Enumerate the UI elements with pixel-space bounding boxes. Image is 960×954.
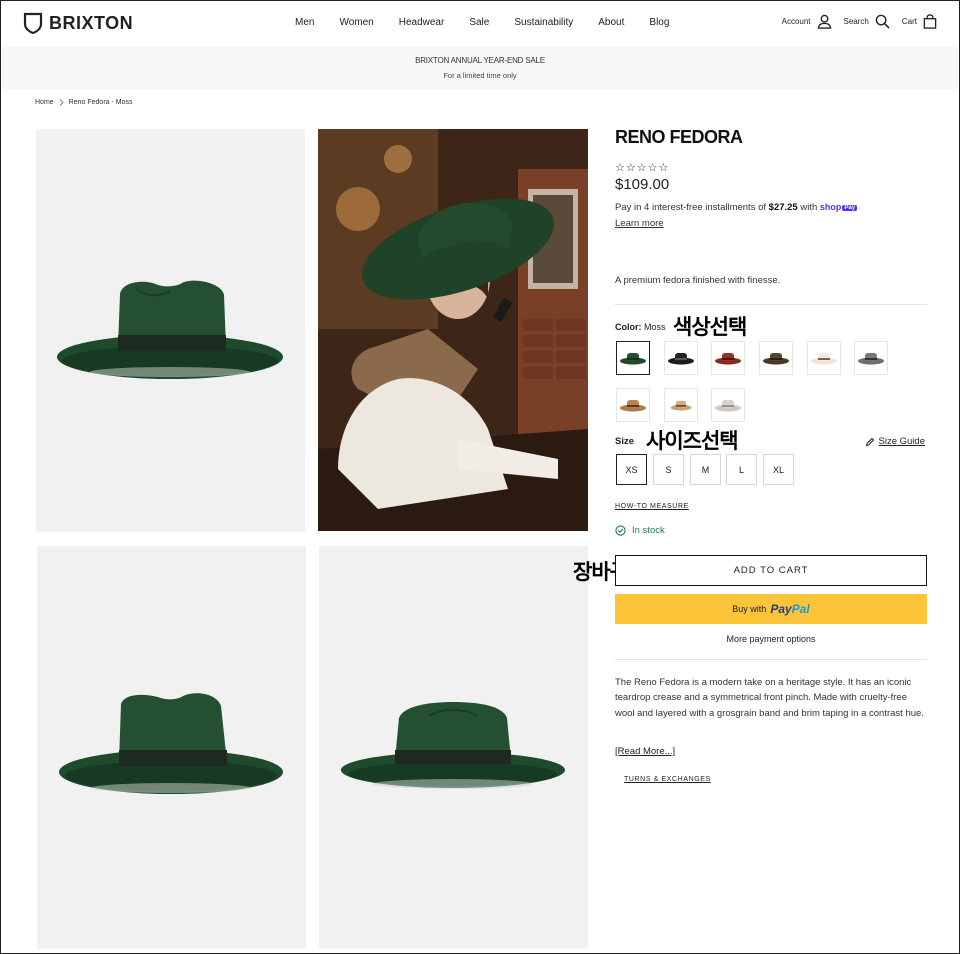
shop-pay-text: shop (819, 202, 842, 212)
hat-thumb-icon (715, 400, 741, 412)
swatch-moss[interactable] (616, 341, 650, 375)
hat-thumb-icon (620, 353, 646, 365)
main-nav: Men Women Headwear Sale Sustainability A… (295, 17, 694, 28)
account-link[interactable]: Account (782, 14, 832, 29)
hat-image (59, 693, 283, 794)
brand-logo[interactable]: BRIXTON (23, 12, 133, 34)
chevron-right-icon (59, 99, 64, 106)
long-description: The Reno Fedora is a modern take on a he… (615, 677, 924, 719)
breadcrumb-home[interactable]: Home (35, 99, 54, 106)
hat-thumb-icon (715, 353, 741, 365)
paypal-logo: PayPal (770, 602, 809, 616)
annotation-size-select: 사이즈선택 (646, 429, 739, 453)
hat-image (341, 702, 565, 789)
search-label: Search (843, 17, 869, 26)
shop-pay-logo: shop Pay (819, 200, 858, 216)
nav-blog[interactable]: Blog (649, 17, 669, 28)
size-xs[interactable]: XS (616, 454, 647, 485)
paypal-button[interactable]: Buy with PayPal (615, 594, 927, 624)
swatch-light-grey[interactable] (711, 388, 745, 422)
size-m[interactable]: M (690, 454, 721, 485)
how-to-measure-link[interactable]: HOW-TO MEASURE (615, 503, 689, 510)
search-icon (875, 14, 890, 29)
stock-label: In stock (632, 525, 665, 536)
hat-thumb-icon (763, 353, 789, 365)
size-xl[interactable]: XL (763, 454, 794, 485)
swatch-red[interactable] (711, 341, 745, 375)
lifestyle-photo[interactable] (318, 129, 588, 531)
hat-thumb-icon (811, 353, 837, 365)
nav-sale[interactable]: Sale (469, 17, 489, 28)
product-price: $109.00 (615, 176, 670, 193)
breadcrumb: Home Reno Fedora - Moss (35, 99, 133, 106)
learn-more-link[interactable]: Learn more (615, 218, 664, 229)
hat-image (57, 280, 283, 379)
product-image-3[interactable] (37, 546, 306, 949)
nav-about[interactable]: About (598, 17, 624, 28)
cart-label: Cart (901, 17, 917, 26)
swatch-brown[interactable] (759, 341, 793, 375)
installments-prefix: Pay in 4 interest-free installments of (615, 202, 769, 213)
swatch-sand[interactable] (664, 388, 698, 422)
swatch-off-white[interactable] (807, 341, 841, 375)
size-s[interactable]: S (653, 454, 684, 485)
hat-thumb-icon (668, 353, 694, 365)
product-title: RENO FEDORA (615, 127, 743, 147)
model-photo-image (318, 129, 588, 531)
color-value: Moss (644, 322, 666, 332)
stock-status: In stock (615, 525, 665, 536)
promo-banner[interactable]: BRIXTON ANNUAL YEAR-END SALE For a limit… (1, 47, 959, 89)
utility-nav: Account Search Cart (782, 14, 937, 29)
paypal-logo-part2: Pal (791, 602, 810, 616)
short-description: A premium fedora finished with finesse. (615, 275, 781, 286)
paypal-logo-part1: Pay (770, 602, 792, 616)
bag-icon (923, 14, 937, 29)
hat-thumb-icon (670, 400, 692, 411)
product-image-1[interactable] (36, 129, 305, 532)
hat-thumb-icon (858, 353, 884, 365)
user-icon (817, 14, 831, 29)
rating-stars[interactable]: ☆☆☆☆☆ (615, 161, 927, 174)
cart-link[interactable]: Cart (902, 14, 937, 29)
installments-mid: with (797, 202, 820, 213)
divider (615, 304, 927, 305)
site-header: BRIXTON Men Women Headwear Sale Sustaina… (1, 1, 959, 47)
account-label: Account (781, 17, 811, 26)
divider (615, 659, 927, 660)
shield-logo-icon (23, 12, 43, 34)
nav-sustainability[interactable]: Sustainability (514, 17, 573, 28)
shop-pay-badge: Pay (842, 205, 858, 211)
swatch-tan[interactable] (616, 388, 650, 422)
read-more-link[interactable]: [Read More...] (615, 746, 675, 757)
more-payment-options-link[interactable]: More payment options (615, 634, 927, 644)
breadcrumb-current: Reno Fedora - Moss (68, 99, 133, 106)
nav-women[interactable]: Women (339, 17, 373, 28)
returns-exchanges-link[interactable]: TURNS & EXCHANGES (624, 776, 711, 783)
size-guide-label: Size Guide (878, 436, 925, 447)
installments-text: Pay in 4 interest-free installments of $… (615, 200, 927, 231)
size-l[interactable]: L (726, 454, 757, 485)
hat-thumb-icon (620, 400, 646, 412)
promo-subtitle: For a limited time only (443, 71, 517, 80)
buy-with-label: Buy with (732, 604, 767, 614)
brand-name: BRIXTON (49, 12, 134, 33)
nav-men[interactable]: Men (295, 17, 314, 28)
annotation-color-select: 색상선택 (673, 315, 747, 339)
add-to-cart-button[interactable]: ADD TO CART (615, 555, 927, 586)
product-image-4[interactable] (319, 546, 588, 949)
swatch-black[interactable] (664, 341, 698, 375)
check-circle-icon (615, 525, 626, 536)
promo-title: BRIXTON ANNUAL YEAR-END SALE (415, 56, 545, 65)
size-guide-link[interactable]: Size Guide (865, 436, 925, 447)
product-info: RENO FEDORA ☆☆☆☆☆ $109.00 Pay in 4 inter… (615, 127, 927, 231)
color-label: Color: Moss (615, 322, 666, 332)
pencil-icon (865, 437, 874, 446)
search-link[interactable]: Search (844, 14, 890, 29)
installment-amount: $27.25 (768, 202, 798, 213)
size-label: Size (615, 436, 635, 447)
swatch-grey[interactable] (854, 341, 888, 375)
color-label-text: Color: (615, 322, 642, 332)
nav-headwear[interactable]: Headwear (399, 17, 445, 28)
